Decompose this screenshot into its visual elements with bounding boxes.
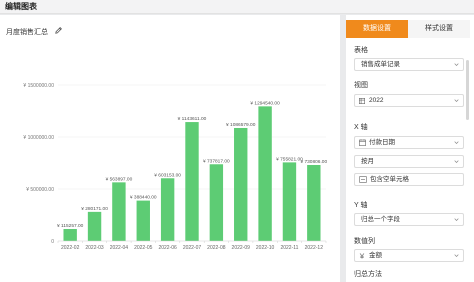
data-label: ¥ 1143611.00 [178,116,207,122]
include-empty-label: 包含空单元格 [370,176,409,183]
chevron-down-icon [454,218,459,221]
data-label: ¥ 730806.00 [300,159,327,165]
x-field-select[interactable]: 付款日期 [354,136,464,149]
view-select-value: 2022 [369,97,384,104]
settings-panel: 数据设置 样式设置 表格 销售成单记录 视图 2022 X 轴 付款日期 按月 [346,15,474,282]
bar[interactable] [258,106,272,241]
data-column-label: 数值列 [354,238,375,245]
table-select-value: 销售成单记录 [361,61,400,68]
x-tick-label: 2022-04 [110,245,129,251]
chevron-down-icon [454,99,459,102]
x-tick-label: 2022-12 [305,245,324,251]
y-mode-select[interactable]: 归总一个字段 [354,213,464,226]
x-tick-label: 2022-06 [158,245,177,251]
bar[interactable] [160,178,175,241]
data-column-value: 金额 [369,252,382,259]
empty-cell-icon [359,176,367,183]
bar[interactable] [185,122,199,241]
x-tick-label: 2022-09 [232,245,251,251]
tab-style-settings[interactable]: 样式设置 [408,20,470,38]
chevron-down-icon [454,254,459,257]
data-label: ¥ 1294540.00 [250,100,280,106]
data-label: ¥ 755821.00 [276,156,303,162]
grid-view-icon [359,98,365,104]
calendar-icon [359,139,366,146]
x-tick-label: 2022-08 [207,245,226,251]
x-tick-label: 2022-05 [134,245,153,251]
x-tick-label: 2022-07 [183,245,202,251]
bar[interactable] [282,162,297,241]
y-tick-label: ¥ 500000.00 [26,187,54,193]
x-axis-label: X 轴 [354,124,368,131]
bar[interactable] [63,229,77,241]
window-titlebar: 编辑图表 [0,0,474,14]
chevron-down-icon [454,141,459,144]
x-field-value: 付款日期 [369,139,395,146]
x-tick-label: 2022-11 [280,245,298,251]
bar[interactable] [136,200,150,241]
table-select[interactable]: 销售成单记录 [354,58,464,71]
x-tick-label: 2022-02 [61,245,80,251]
window-title: 编辑图表 [5,2,37,11]
aggregation-label: 归总方法 [354,271,382,278]
y-tick-label: 0 [51,239,54,245]
panel-scrollbar[interactable] [466,60,469,120]
bar[interactable] [307,164,321,241]
table-label: 表格 [354,47,368,54]
x-group-select[interactable]: 按月 [354,155,464,168]
chevron-down-icon [454,160,459,163]
y-tick-label: ¥ 1500000.00 [23,83,54,89]
view-select[interactable]: 2022 [354,94,464,107]
tab-data-settings[interactable]: 数据设置 [346,20,408,38]
bar[interactable] [209,164,224,241]
x-tick-label: 2022-03 [85,245,104,251]
data-label: ¥ 563897.00 [106,176,133,182]
data-label: ¥ 737817.00 [203,158,230,164]
x-group-value: 按月 [361,158,374,165]
bar[interactable] [234,127,248,241]
view-label: 视图 [354,82,368,89]
bar[interactable] [87,211,102,241]
data-column-select[interactable]: 金额 [354,249,464,262]
data-label: ¥ 280171.00 [81,206,108,212]
y-mode-value: 归总一个字段 [361,216,400,223]
y-axis-label: Y 轴 [354,202,368,209]
bar[interactable] [112,182,126,241]
data-label: ¥ 115257.00 [57,223,84,229]
x-tick-label: 2022-10 [256,245,275,251]
y-tick-label: ¥ 1000000.00 [23,135,54,141]
data-label: ¥ 388440.00 [130,195,157,201]
currency-icon [359,253,365,259]
include-empty-toggle[interactable]: 包含空单元格 [354,173,464,186]
settings-tabs: 数据设置 样式设置 [346,20,470,38]
bar-chart: ¥ 115257.00 ¥ 280171.00 ¥ 563897.00 ¥ 38844… [23,83,327,251]
chart-canvas: 月度销售汇总 ¥ 115257.00 ¥ 280171.00 ¥ 563897.00… [0,15,340,282]
data-label: ¥ 1086579.00 [226,122,256,128]
chevron-down-icon [454,63,459,66]
data-label: ¥ 603153.00 [154,172,181,178]
